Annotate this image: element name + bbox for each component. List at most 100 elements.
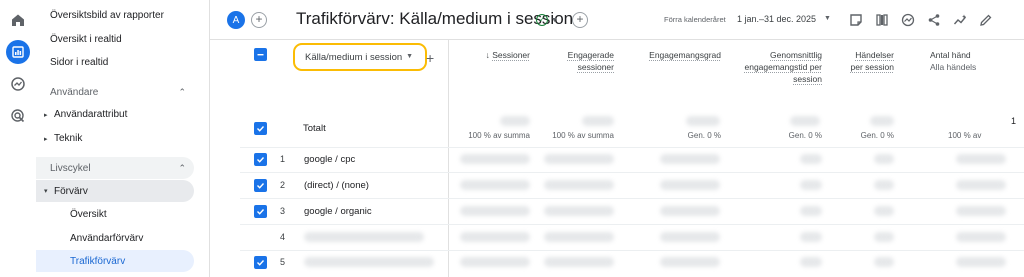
column-header-event-count[interactable]: Antal händ Alla händels bbox=[916, 49, 1016, 73]
section-lifecycle[interactable]: Livscykel ⌃ bbox=[36, 157, 194, 179]
redacted-value bbox=[544, 180, 614, 190]
redacted-value bbox=[874, 154, 894, 164]
redacted-value bbox=[800, 154, 822, 164]
sidebar: Översiktsbild av rapporter Översikt i re… bbox=[36, 0, 210, 277]
column-header-label: Genomsnittlig engagemangstid per session bbox=[744, 50, 822, 84]
redacted-value bbox=[874, 180, 894, 190]
redacted-value bbox=[544, 257, 614, 267]
explore-icon[interactable] bbox=[6, 72, 30, 96]
sidebar-item-user-acquisition[interactable]: Användarförvärv bbox=[70, 233, 143, 244]
edit-icon[interactable] bbox=[977, 11, 995, 29]
redacted-row-name bbox=[304, 232, 424, 242]
home-icon[interactable] bbox=[6, 8, 30, 32]
row-checkbox[interactable] bbox=[254, 179, 267, 192]
redacted-value bbox=[800, 232, 822, 242]
advertising-icon[interactable] bbox=[6, 104, 30, 128]
redacted-value bbox=[956, 232, 1006, 242]
row-divider bbox=[240, 198, 1024, 199]
column-divider bbox=[448, 40, 449, 277]
total-share: 100 % av summa bbox=[552, 131, 614, 140]
column-header-avg-engagement-time[interactable]: Genomsnittlig engagemangstid per session bbox=[740, 49, 822, 85]
sort-arrow-icon: ↓ bbox=[485, 50, 490, 60]
table-row-source-medium[interactable]: google / cpc bbox=[304, 154, 355, 165]
add-button[interactable]: + bbox=[572, 12, 588, 28]
column-header-label: Sessioner bbox=[492, 50, 530, 60]
sidebar-item-acquisition[interactable]: ▾ Förvärv bbox=[36, 180, 194, 202]
redacted-value bbox=[800, 180, 822, 190]
table-row-source-medium[interactable]: (direct) / (none) bbox=[304, 180, 369, 191]
column-header-label: Händelser per session bbox=[850, 50, 894, 72]
redacted-value bbox=[460, 206, 530, 216]
table-row-source-medium[interactable]: google / organic bbox=[304, 206, 372, 217]
add-dimension-button[interactable]: + bbox=[426, 50, 434, 66]
totals-event-count-partial: 1 bbox=[1010, 116, 1016, 126]
section-lifecycle-label: Livscykel bbox=[50, 162, 91, 174]
chevron-down-icon: ▼ bbox=[551, 16, 558, 24]
date-range-value[interactable]: 1 jan.–31 dec. 2025 bbox=[737, 14, 816, 24]
sidebar-link-realtime-pages[interactable]: Sidor i realtid bbox=[50, 57, 108, 68]
anomaly-icon[interactable] bbox=[951, 11, 969, 29]
redacted-value bbox=[500, 116, 530, 126]
row-checkbox[interactable] bbox=[254, 256, 267, 269]
redacted-value bbox=[460, 257, 530, 267]
reports-icon[interactable] bbox=[6, 40, 30, 64]
column-header-engaged-sessions[interactable]: Engagerade sessioner bbox=[556, 49, 614, 73]
notes-icon[interactable] bbox=[847, 11, 865, 29]
sidebar-item-traffic-acquisition[interactable]: Trafikförvärv bbox=[36, 250, 194, 272]
redacted-value bbox=[686, 116, 720, 126]
redacted-value bbox=[956, 257, 1006, 267]
sidebar-item-acq-overview[interactable]: Översikt bbox=[70, 209, 107, 220]
status-chip[interactable]: ✓ ▼ bbox=[534, 12, 566, 28]
row-checkbox[interactable] bbox=[254, 205, 267, 218]
select-all-checkbox[interactable] bbox=[254, 48, 267, 61]
chevron-down-icon[interactable]: ▼ bbox=[824, 15, 831, 22]
average-delta: Gen. 0 % bbox=[687, 131, 721, 140]
customize-report-icon[interactable] bbox=[873, 11, 891, 29]
totals-checkbox[interactable] bbox=[254, 122, 267, 135]
dimension-select[interactable]: Källa/medium i session ▼ bbox=[293, 43, 427, 71]
redacted-value bbox=[800, 206, 822, 216]
add-comparison-button[interactable]: + bbox=[251, 12, 267, 28]
column-header-events-per-session[interactable]: Händelser per session bbox=[844, 49, 894, 73]
redacted-value bbox=[956, 206, 1006, 216]
row-index: 4 bbox=[280, 232, 286, 242]
redacted-value bbox=[870, 116, 894, 126]
sidebar-link-reports-snapshot[interactable]: Översiktsbild av rapporter bbox=[50, 10, 164, 21]
sidebar-link-realtime-overview[interactable]: Översikt i realtid bbox=[50, 34, 122, 45]
dimension-select-label: Källa/medium i session bbox=[305, 51, 403, 63]
comparison-avatar[interactable]: A bbox=[227, 11, 245, 29]
row-checkbox[interactable] bbox=[254, 153, 267, 166]
column-header-label: Antal händ bbox=[930, 50, 971, 60]
column-header-label: Engagerade sessioner bbox=[567, 50, 614, 72]
page-title: Trafikförvärv: Källa/medium i session bbox=[296, 9, 574, 28]
redacted-value bbox=[660, 206, 720, 216]
collapse-arrow-icon: ▾ bbox=[44, 188, 48, 195]
date-range-label: Förra kalenderåret bbox=[664, 15, 726, 24]
redacted-value bbox=[582, 116, 614, 126]
nav-rail bbox=[0, 0, 36, 277]
totals-label: Totalt bbox=[303, 123, 326, 134]
share-icon[interactable] bbox=[925, 11, 943, 29]
column-header-sessions[interactable]: ↓ Sessioner bbox=[468, 49, 530, 61]
redacted-value bbox=[956, 180, 1006, 190]
chevron-up-icon: ⌃ bbox=[178, 162, 186, 173]
total-share: 100 % av bbox=[948, 131, 982, 140]
sidebar-item-user-attributes[interactable]: ▸ Användarattribut bbox=[44, 109, 127, 120]
redacted-value bbox=[956, 154, 1006, 164]
column-header-engagement-rate[interactable]: Engagemangsgrad bbox=[635, 49, 721, 61]
chevron-down-icon: ▼ bbox=[406, 53, 413, 60]
expand-arrow-icon: ▸ bbox=[44, 111, 48, 119]
section-users[interactable]: Användare ⌃ bbox=[36, 81, 194, 103]
redacted-value bbox=[874, 206, 894, 216]
check-circle-icon: ✓ bbox=[536, 14, 548, 26]
redacted-row-name bbox=[304, 257, 434, 267]
section-users-label: Användare bbox=[50, 86, 99, 98]
chevron-up-icon: ⌃ bbox=[178, 86, 186, 97]
insights-icon[interactable] bbox=[899, 11, 917, 29]
redacted-value bbox=[660, 180, 720, 190]
sidebar-item-tech[interactable]: ▸ Teknik bbox=[44, 133, 82, 144]
redacted-value bbox=[874, 257, 894, 267]
redacted-value bbox=[544, 154, 614, 164]
row-divider bbox=[240, 172, 1024, 173]
row-index: 1 bbox=[280, 154, 286, 164]
